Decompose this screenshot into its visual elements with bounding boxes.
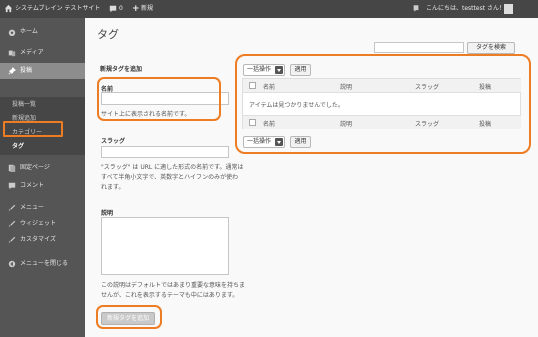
home-icon[interactable] [4, 4, 13, 13]
highlight-tags-menu [3, 121, 63, 137]
page-icon [8, 164, 16, 172]
search-tags-button[interactable]: タグを検索 [467, 42, 515, 54]
brush-icon [8, 236, 16, 244]
menu-item-pages[interactable]: 固定ページ [0, 160, 85, 176]
menu-item-posts[interactable]: 投稿 [0, 63, 85, 79]
tag-search-input[interactable] [374, 42, 464, 53]
slug-help-line-2: すべて半角小文字で、英数字とハイフンのみが使わ [101, 174, 239, 181]
menu-item-home[interactable]: ホーム [0, 24, 85, 40]
dashboard-icon [8, 29, 16, 36]
menu-item-media[interactable]: メディア [0, 45, 85, 61]
brush-icon [8, 220, 16, 228]
submenu-all-posts[interactable]: 投稿一覧 [12, 99, 36, 111]
menu-item-comments[interactable]: コメント [0, 178, 85, 194]
tag-slug-input[interactable] [101, 146, 229, 158]
pin-icon [8, 67, 16, 75]
notification-icon[interactable] [412, 4, 420, 13]
submenu-tags[interactable]: タグ [12, 141, 24, 153]
collapse-icon [8, 260, 16, 268]
comment-bubble-icon[interactable] [109, 5, 117, 13]
greeting-text[interactable]: こんにちは、testtest さん！ [426, 0, 505, 18]
comment-icon [8, 182, 16, 190]
menu-item-menus[interactable]: メニュー [0, 200, 85, 216]
description-help-line-1: この説明はデフォルトではあまり重要な意味を持ちま [101, 282, 246, 289]
plus-icon[interactable]: + [132, 0, 140, 18]
comments-count[interactable]: 0 [119, 0, 123, 18]
slug-label: スラッグ [101, 138, 126, 145]
avatar[interactable] [504, 4, 513, 14]
add-tag-heading: 新規タグを追加 [100, 66, 143, 73]
media-icon [8, 50, 16, 57]
highlight-name-field [97, 77, 221, 121]
admin-bar: システムブレイン テストサイト 0 + 新規 こんにちは、testtest さん… [0, 0, 538, 18]
slug-help-line-3: れます。 [101, 184, 125, 191]
slug-help-line-1: "スラッグ" は URL に適した形式の名前です。通常は [101, 164, 244, 171]
site-name-link[interactable]: システムブレイン テストサイト [15, 0, 100, 18]
admin-menu: ホーム メディア 投稿 投稿一覧 新規追加 カテゴリー タグ 固定ページ コメン… [0, 18, 85, 337]
highlight-add-tag-button [96, 305, 162, 329]
menu-item-widgets[interactable]: ウィジェット [0, 216, 85, 232]
new-content-link[interactable]: 新規 [141, 0, 153, 18]
description-help-line-2: せんが、これを表示するテーマも中にはあります。 [101, 292, 239, 299]
brush-icon [8, 204, 16, 212]
highlight-tags-table [235, 54, 531, 154]
menu-item-customize[interactable]: カスタマイズ [0, 232, 85, 248]
page-title: タグ [97, 28, 119, 41]
collapse-menu-button[interactable]: メニューを閉じる [0, 256, 85, 272]
description-textarea[interactable] [101, 217, 229, 275]
description-label: 説明 [101, 210, 114, 217]
